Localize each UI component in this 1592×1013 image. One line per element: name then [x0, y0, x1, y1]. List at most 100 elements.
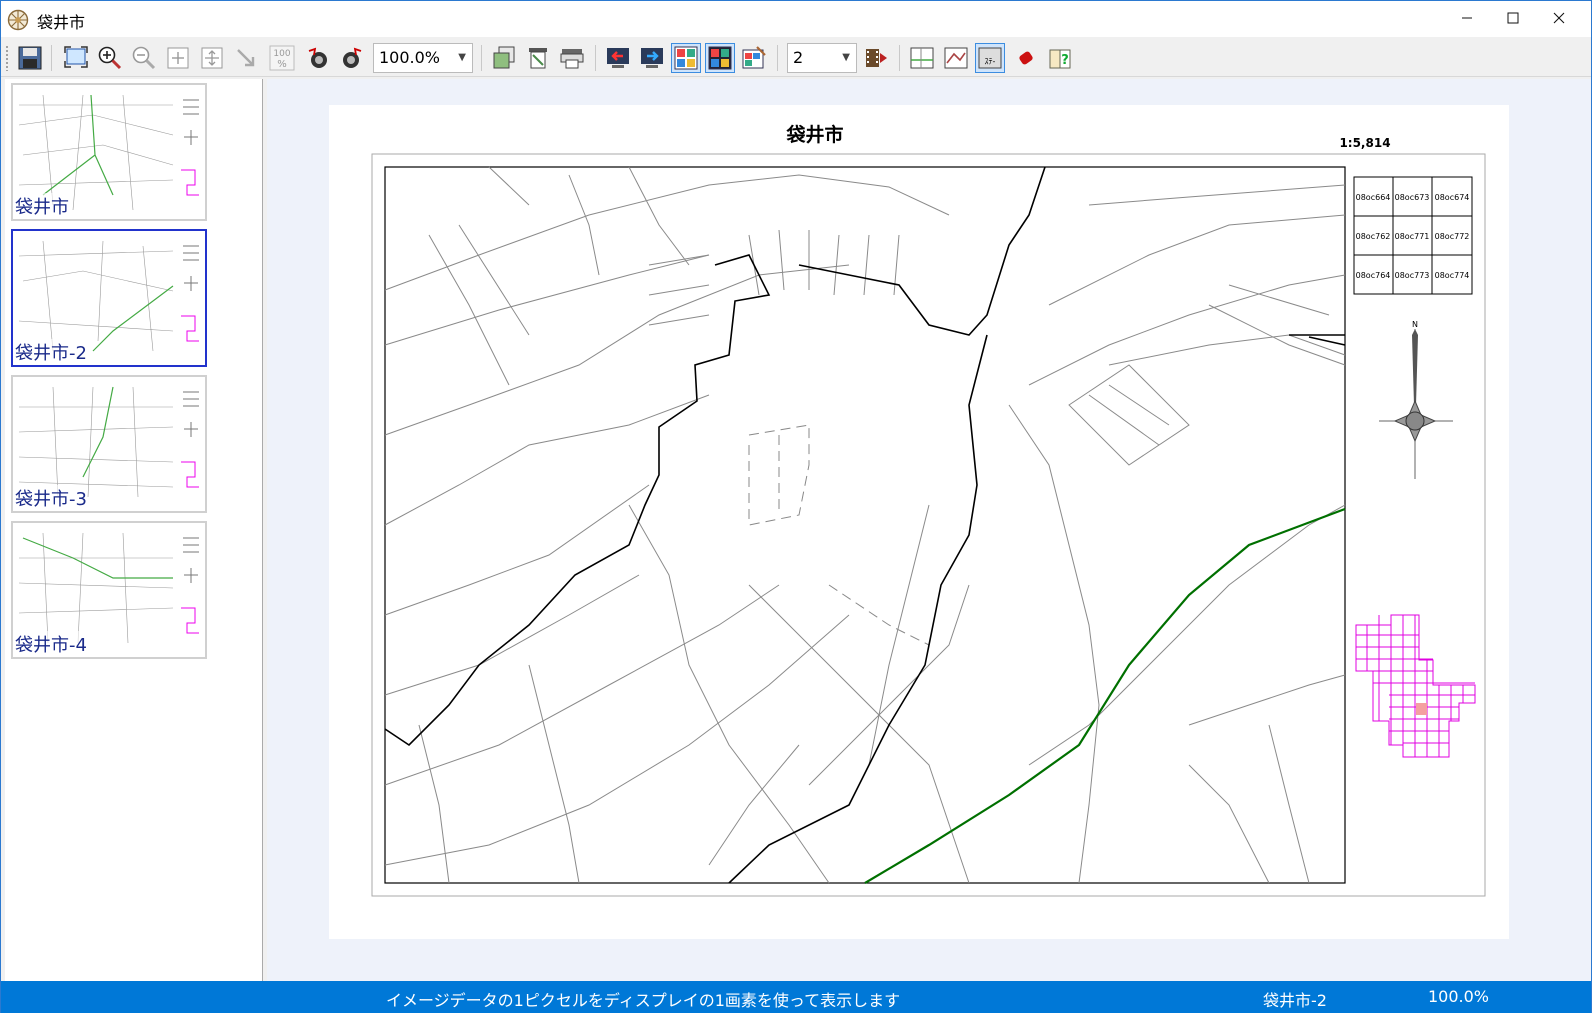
svg-text:100: 100 [273, 49, 290, 59]
next-page-button[interactable] [637, 43, 667, 73]
svg-text:ｽﾃ-: ｽﾃ- [985, 57, 996, 66]
maximize-icon [1507, 12, 1519, 24]
page-combo[interactable]: 2 ▼ [787, 43, 857, 73]
fit-page-button[interactable] [61, 43, 91, 73]
grid-layout-icon [708, 46, 732, 70]
help-button[interactable]: ? [1045, 43, 1075, 73]
thumbnail-label: 袋井市-3 [15, 485, 87, 511]
close-icon [1553, 12, 1565, 24]
save-icon [18, 46, 42, 70]
key-map [1355, 614, 1476, 758]
save-button[interactable] [15, 43, 45, 73]
marker-button[interactable] [1011, 43, 1041, 73]
map-layer-icon [944, 47, 968, 69]
copy-pages-icon [493, 46, 515, 69]
thumbnail-1[interactable]: 袋井市 [11, 83, 207, 221]
shrink-arrow-icon [237, 49, 255, 67]
copy-button[interactable] [489, 43, 519, 73]
rotate-right-button[interactable] [337, 43, 367, 73]
thumbnail-3[interactable]: 袋井市-3 [11, 375, 207, 513]
thumbnail-2[interactable]: 袋井市-2 [11, 229, 207, 367]
status-message: イメージデータの1ピクセルをディスプレイの1画素を使って表示します [386, 991, 901, 1010]
sheet-index-cell: 08oc673 [1395, 193, 1430, 202]
zoom-out-icon [132, 46, 156, 70]
chevron-down-icon: ▼ [842, 52, 850, 63]
thumbnail-4[interactable]: 袋井市-4 [11, 521, 207, 659]
status-toggle-button[interactable]: ｽﾃ- [975, 43, 1005, 73]
chevron-down-icon: ▼ [458, 52, 466, 63]
printer-preview-icon [529, 48, 547, 69]
status-zoom: 100.0% [1428, 987, 1490, 1006]
minimize-icon [1462, 17, 1472, 19]
zoom-in-button[interactable] [95, 43, 125, 73]
zoom-combo-value: 100.0% [379, 48, 441, 67]
status-bar: イメージデータの1ピクセルをディスプレイの1画素を使って表示します 袋井市-2 … [1, 981, 1591, 1013]
app-window: 袋井市 100 % 100.0% ▼ 2 ▼ ｽﾃ- ? 袋井市 袋井市-2 袋… [0, 0, 1592, 1013]
map-sheet: 袋井市 1:5,814 08oc664 08oc673 08oc674 08oc… [371, 123, 1486, 897]
map-scale: 1:5,814 [1339, 136, 1390, 150]
north-label: N [1412, 320, 1418, 329]
tile-layout-icon [674, 46, 698, 70]
map-page: 袋井市 1:5,814 08oc664 08oc673 08oc674 08oc… [329, 105, 1509, 939]
layout-grid-button[interactable] [705, 43, 735, 73]
print-preview-button[interactable] [523, 43, 553, 73]
minimize-button[interactable] [1444, 1, 1490, 35]
sheet-index-cell: 08oc764 [1356, 271, 1391, 280]
zoom-combo[interactable]: 100.0% ▼ [373, 43, 473, 73]
thumbnail-label: 袋井市-4 [15, 631, 87, 657]
previous-page-button[interactable] [603, 43, 633, 73]
map-layer-button[interactable] [941, 43, 971, 73]
shrink-button[interactable] [231, 43, 261, 73]
window-title: 袋井市 [37, 13, 86, 32]
svg-text:%: % [277, 59, 287, 70]
title-bar: 袋井市 [1, 1, 1591, 37]
map-area [384, 166, 1346, 884]
sheet-index-cell: 08oc774 [1435, 271, 1470, 280]
thumbnail-panel: 袋井市 袋井市-2 袋井市-3 袋井市-4 [5, 79, 263, 981]
sheet-index-cell: 08oc674 [1435, 193, 1470, 202]
zoom-out-button[interactable] [129, 43, 159, 73]
fit-width-icon [167, 47, 189, 69]
rotate-left-button[interactable] [303, 43, 333, 73]
percent-icon: 100% [269, 45, 295, 71]
compass-icon: N [1379, 320, 1453, 479]
rotate-right-icon [343, 47, 362, 68]
film-play-icon [866, 49, 887, 67]
toolbar-grip[interactable] [5, 45, 9, 71]
sheet-index-cell: 08oc771 [1395, 232, 1430, 241]
map-viewport[interactable]: 袋井市 1:5,814 08oc664 08oc673 08oc674 08oc… [267, 79, 1591, 981]
eraser-icon [1019, 51, 1033, 65]
map-sheet-button[interactable] [907, 43, 937, 73]
layout-settings-button[interactable] [739, 43, 769, 73]
layout-tile-button[interactable] [671, 43, 701, 73]
zoom-in-icon [98, 46, 122, 70]
fit-height-icon [201, 47, 223, 69]
print-button[interactable] [557, 43, 587, 73]
maximize-button[interactable] [1490, 1, 1536, 35]
help-book-icon: ? [1049, 49, 1071, 69]
toolbar: 100% 100.0% ▼ 2 ▼ ｽﾃ- ? [1, 39, 1591, 77]
svg-text:?: ? [1061, 53, 1069, 68]
sheet-index-table: 08oc664 08oc673 08oc674 08oc762 08oc771 … [1353, 176, 1473, 295]
map-title: 袋井市 [785, 123, 843, 146]
arrow-left-icon [607, 48, 629, 68]
actual-size-button[interactable]: 100% [267, 43, 297, 73]
layout-edit-icon [742, 46, 766, 69]
sheet-index-cell: 08oc762 [1356, 232, 1391, 241]
sheet-index-cell: 08oc664 [1356, 193, 1391, 202]
thumbnail-label: 袋井市 [15, 193, 69, 219]
map-sheet-icon [910, 47, 934, 69]
page-combo-value: 2 [793, 48, 804, 67]
sheet-index-cell: 08oc772 [1435, 232, 1470, 241]
close-button[interactable] [1536, 1, 1582, 35]
go-page-button[interactable] [861, 43, 891, 73]
fit-screen-icon [64, 46, 88, 68]
printer-icon [560, 49, 584, 69]
sheet-index-cell: 08oc773 [1395, 271, 1430, 280]
rotate-left-icon [308, 47, 327, 68]
app-icon [7, 9, 29, 31]
thumbnail-label: 袋井市-2 [15, 339, 87, 365]
fit-height-button[interactable] [197, 43, 227, 73]
fit-width-button[interactable] [163, 43, 193, 73]
status-bar-icon: ｽﾃ- [978, 47, 1002, 69]
